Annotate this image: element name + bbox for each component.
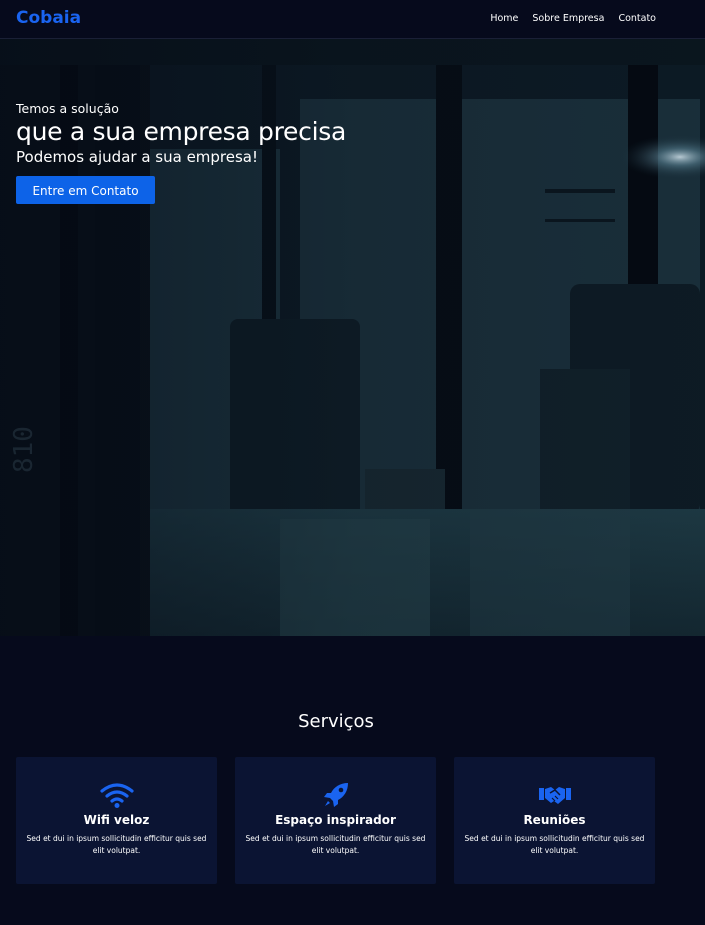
service-card-text: Sed et dui in ipsum sollicitudin efficit… bbox=[26, 834, 207, 855]
service-card-espaco: Espaço inspirador Sed et dui in ipsum so… bbox=[235, 757, 436, 884]
service-card-reunioes: Reuniões Sed et dui in ipsum sollicitudi… bbox=[454, 757, 655, 884]
nav-link-contato[interactable]: Contato bbox=[618, 13, 656, 24]
contact-button[interactable]: Entre em Contato bbox=[16, 176, 155, 204]
navbar: Cobaia Home Sobre Empresa Contato bbox=[0, 0, 705, 39]
hero-content: Temos a solução que a sua empresa precis… bbox=[16, 101, 346, 204]
hero-kicker: Temos a solução bbox=[16, 101, 119, 116]
service-card-wifi: Wifi veloz Sed et dui in ipsum sollicitu… bbox=[16, 757, 217, 884]
hero-subtitle: Podemos ajudar a sua empresa! bbox=[16, 148, 259, 166]
service-card-title: Reuniões bbox=[523, 813, 586, 827]
hero-section: 810 Temos a solução que a sua empresa pr… bbox=[0, 39, 705, 636]
handshake-icon bbox=[538, 781, 572, 809]
brand-logo[interactable]: Cobaia bbox=[16, 8, 81, 28]
service-card-text: Sed et dui in ipsum sollicitudin efficit… bbox=[464, 834, 645, 855]
nav-link-home[interactable]: Home bbox=[490, 13, 518, 24]
nav-links: Home Sobre Empresa Contato bbox=[490, 13, 656, 24]
service-card-title: Espaço inspirador bbox=[275, 813, 396, 827]
rocket-icon bbox=[322, 781, 350, 809]
nav-link-sobre-empresa[interactable]: Sobre Empresa bbox=[532, 13, 604, 24]
service-card-text: Sed et dui in ipsum sollicitudin efficit… bbox=[245, 834, 426, 855]
hero-title: que a sua empresa precisa bbox=[16, 117, 346, 146]
services-title: Serviços bbox=[298, 711, 374, 732]
services-cards: Wifi veloz Sed et dui in ipsum sollicitu… bbox=[16, 757, 655, 884]
service-card-title: Wifi veloz bbox=[83, 813, 150, 827]
wifi-icon bbox=[99, 781, 134, 809]
